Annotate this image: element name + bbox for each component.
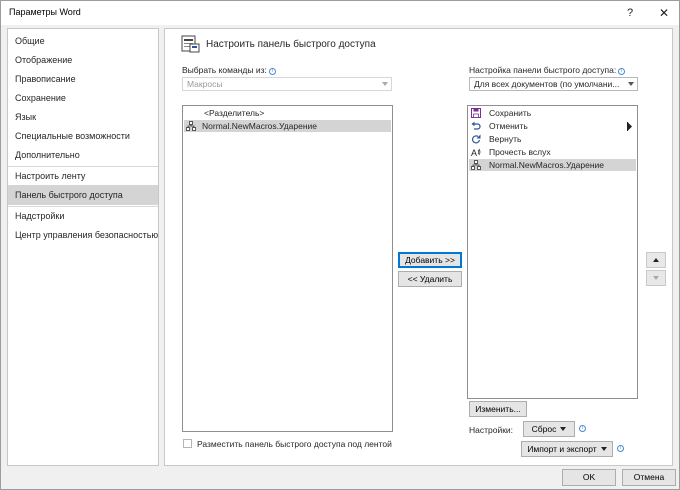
- sidebar-item-accessibility[interactable]: Специальные возможности: [8, 126, 158, 146]
- choose-commands-label: Выбрать команды из: i: [182, 65, 276, 75]
- info-icon: i: [579, 425, 586, 432]
- sidebar-item-quick-access-toolbar[interactable]: Панель быстрого доступа: [8, 185, 158, 205]
- close-button[interactable]: ✕: [649, 1, 679, 25]
- list-item[interactable]: Normal.NewMacros.Ударение: [184, 120, 391, 132]
- window-title: Параметры Word: [9, 7, 81, 17]
- chevron-down-icon: [628, 82, 634, 86]
- arrow-down-icon: [653, 276, 659, 280]
- customize-toolbar-select[interactable]: Для всех документов (по умолчани...: [469, 77, 638, 91]
- redo-icon: [471, 134, 481, 144]
- macro-icon: [186, 121, 196, 131]
- customize-toolbar-value: Для всех документов (по умолчани...: [474, 79, 620, 89]
- show-below-ribbon-checkbox[interactable]: [183, 439, 192, 448]
- list-item[interactable]: Normal.NewMacros.Ударение: [469, 159, 636, 171]
- move-down-button[interactable]: [646, 270, 666, 286]
- quick-access-toolbar-icon: [181, 35, 200, 53]
- sidebar-item-general[interactable]: Общие: [8, 31, 158, 51]
- undo-icon: [471, 121, 481, 130]
- title-bar: Параметры Word ? ✕: [1, 1, 679, 25]
- info-icon: i: [618, 68, 626, 75]
- read-aloud-icon: A: [471, 148, 481, 157]
- list-item[interactable]: Сохранить: [469, 107, 636, 119]
- list-item-label: Прочесть вслух: [489, 147, 551, 157]
- options-dialog: Параметры Word ? ✕ Общие Отображение Пра…: [0, 0, 680, 490]
- move-up-button[interactable]: [646, 252, 666, 268]
- sidebar-item-proofing[interactable]: Правописание: [8, 69, 158, 89]
- page-title: Настроить панель быстрого доступа: [206, 39, 376, 50]
- sidebar-item-language[interactable]: Язык: [8, 107, 158, 127]
- customize-toolbar-label: Настройка панели быстрого доступа: i: [469, 65, 626, 75]
- show-below-ribbon-label: Разместить панель быстрого доступа под л…: [197, 439, 392, 449]
- list-item-label: Вернуть: [489, 134, 522, 144]
- save-icon: [471, 108, 481, 118]
- reset-button-label: Сброс: [531, 424, 557, 434]
- available-commands-list[interactable]: <Разделитель> Normal.NewMacros.Ударение: [182, 105, 393, 432]
- sidebar: Общие Отображение Правописание Сохранени…: [7, 28, 159, 466]
- submenu-arrow-icon: [627, 122, 632, 131]
- modify-button[interactable]: Изменить...: [469, 401, 527, 417]
- reset-button[interactable]: Сброс: [523, 421, 575, 437]
- customizations-label: Настройки:: [469, 425, 514, 435]
- macro-icon: [471, 160, 481, 170]
- sidebar-item-save[interactable]: Сохранение: [8, 88, 158, 108]
- list-item-label: Отменить: [489, 121, 528, 131]
- list-item[interactable]: <Разделитель>: [184, 107, 391, 119]
- chevron-down-icon: [382, 82, 388, 86]
- sidebar-item-display[interactable]: Отображение: [8, 50, 158, 70]
- list-item-label: Сохранить: [489, 108, 532, 118]
- choose-commands-select[interactable]: Макросы: [182, 77, 392, 91]
- chevron-down-icon: [600, 447, 607, 451]
- import-export-button-label: Импорт и экспорт: [527, 444, 597, 454]
- add-button[interactable]: Добавить >>: [398, 252, 462, 268]
- sidebar-item-trust-center[interactable]: Центр управления безопасностью: [8, 225, 158, 245]
- sidebar-item-advanced[interactable]: Дополнительно: [8, 145, 158, 165]
- ok-button[interactable]: OK: [562, 469, 616, 486]
- list-item-label: Normal.NewMacros.Ударение: [202, 121, 318, 131]
- choose-commands-value: Макросы: [187, 79, 223, 89]
- help-button[interactable]: ?: [615, 1, 645, 25]
- sidebar-item-addins[interactable]: Надстройки: [8, 206, 158, 226]
- info-icon: i: [617, 445, 624, 452]
- list-item[interactable]: Вернуть: [469, 133, 636, 145]
- toolbar-commands-list[interactable]: Сохранить Отменить Вернуть A Прочесть вс…: [467, 105, 638, 399]
- arrow-up-icon: [653, 258, 659, 262]
- choose-commands-label-text: Выбрать команды из:: [182, 65, 267, 75]
- sidebar-item-customize-ribbon[interactable]: Настроить ленту: [8, 166, 158, 186]
- list-item-label: <Разделитель>: [204, 108, 265, 118]
- customize-toolbar-label-text: Настройка панели быстрого доступа:: [469, 65, 617, 75]
- remove-button[interactable]: << Удалить: [398, 271, 462, 287]
- info-icon: i: [268, 68, 276, 75]
- list-item-label: Normal.NewMacros.Ударение: [489, 160, 605, 170]
- cancel-button[interactable]: Отмена: [622, 469, 676, 486]
- list-item[interactable]: Отменить: [469, 120, 636, 132]
- chevron-down-icon: [560, 427, 567, 431]
- svg-text:A: A: [471, 148, 477, 157]
- list-item[interactable]: A Прочесть вслух: [469, 146, 636, 158]
- import-export-button[interactable]: Импорт и экспорт: [521, 441, 613, 457]
